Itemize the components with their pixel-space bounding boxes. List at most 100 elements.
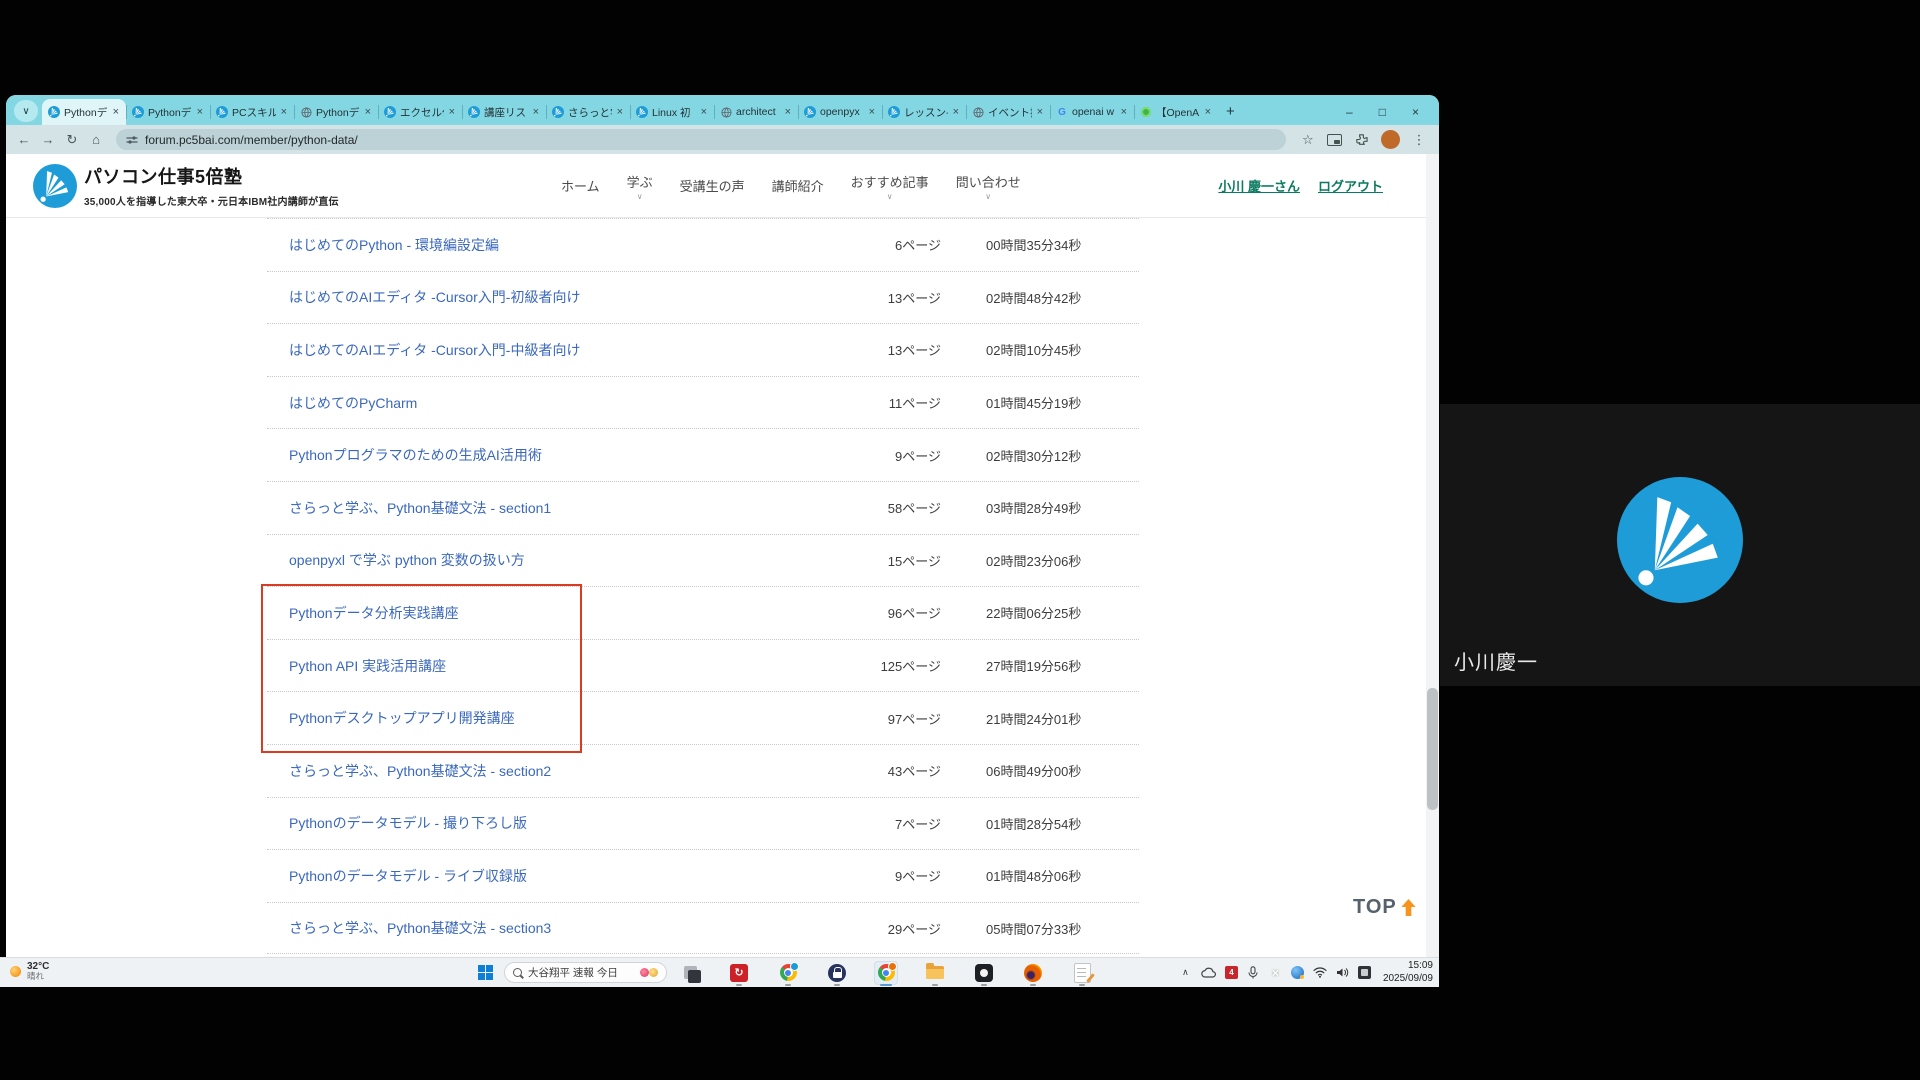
browser-tab[interactable]: Gopenai w× xyxy=(1050,99,1134,125)
course-link[interactable]: はじめてのPyCharm xyxy=(267,393,807,413)
tray-close-x[interactable]: × xyxy=(1269,966,1282,980)
reload-button[interactable]: ↻ xyxy=(62,132,82,148)
browser-tab[interactable]: エクセル仕× xyxy=(378,99,462,125)
browser-tab[interactable]: イベント振× xyxy=(966,99,1050,125)
home-button[interactable]: ⌂ xyxy=(86,132,106,147)
browser-tab[interactable]: 【OpenAI× xyxy=(1134,99,1218,125)
tray-wifi[interactable] xyxy=(1313,967,1327,978)
taskbar-app-red-app[interactable]: ↻ xyxy=(727,961,751,985)
page-scrollbar[interactable] xyxy=(1426,154,1439,957)
member-name-link[interactable]: 小川 慶一さん xyxy=(1218,176,1300,195)
browser-tab[interactable]: Pythonデ× xyxy=(294,99,378,125)
course-link[interactable]: openpyxl で学ぶ python 変数の扱い方 xyxy=(267,550,807,570)
nav-item[interactable]: おすすめ記事∨ xyxy=(851,172,929,200)
taskbar-app-github-dark[interactable] xyxy=(972,961,996,985)
course-row: openpyxl で学ぶ python 変数の扱い方15ページ02時間23分06… xyxy=(267,534,1139,587)
course-row: Pythonのデータモデル - ライブ収録版9ページ01時間48分06秒 xyxy=(267,849,1139,902)
tray-cloud[interactable] xyxy=(1201,967,1216,978)
taskbar-search[interactable]: 大谷翔平 速報 今日 xyxy=(504,962,667,983)
tab-close-icon[interactable]: × xyxy=(112,106,120,118)
search-trend-thumbnails xyxy=(640,968,658,977)
tray-calendar-badge[interactable]: 4 xyxy=(1225,966,1238,979)
browser-tab[interactable]: architect× xyxy=(714,99,798,125)
nav-item[interactable]: 学ぶ∨ xyxy=(627,172,653,200)
browser-tab[interactable]: さらっと学× xyxy=(546,99,630,125)
tab-title: レッスン- xyxy=(904,105,948,120)
browser-tab[interactable]: openpyx× xyxy=(798,99,882,125)
tab-close-icon[interactable]: × xyxy=(532,106,540,118)
taskbar-clock[interactable]: 15:092025/09/09 xyxy=(1383,960,1433,985)
back-button[interactable]: ← xyxy=(14,132,34,147)
nav-item[interactable]: 受講生の声 xyxy=(680,176,745,195)
tab-close-icon[interactable]: × xyxy=(196,106,204,118)
taskbar-app-notepad[interactable] xyxy=(1070,961,1094,985)
tray-chevron-up[interactable]: ∧ xyxy=(1179,967,1192,978)
profile-avatar[interactable] xyxy=(1381,130,1400,149)
course-duration: 01時間28分54秒 xyxy=(941,814,1139,833)
tray-volume[interactable] xyxy=(1336,967,1349,978)
tab-close-icon[interactable]: × xyxy=(616,106,624,118)
browser-tab[interactable]: Linux 初× xyxy=(630,99,714,125)
browser-tab[interactable]: PCスキル× xyxy=(210,99,294,125)
tray-ime[interactable] xyxy=(1358,966,1371,979)
browser-tab[interactable]: レッスン- × xyxy=(882,99,966,125)
extensions-puzzle-icon[interactable] xyxy=(1355,133,1368,146)
tray-blue-sphere[interactable] xyxy=(1291,966,1304,979)
site-logo[interactable] xyxy=(33,164,77,208)
tab-close-icon[interactable]: × xyxy=(364,106,372,118)
course-link[interactable]: さらっと学ぶ、Python基礎文法 - section2 xyxy=(267,761,807,781)
tab-close-icon[interactable]: × xyxy=(1120,106,1128,118)
course-link[interactable]: はじめてのAIエディタ -Cursor入門-中級者向け xyxy=(267,340,807,360)
tab-close-icon[interactable]: × xyxy=(952,106,960,118)
tab-close-icon[interactable]: × xyxy=(868,106,876,118)
tab-close-icon[interactable]: × xyxy=(700,106,708,118)
bookmark-star-icon[interactable]: ☆ xyxy=(1302,132,1314,148)
tab-search-button[interactable]: ∨ xyxy=(14,100,38,122)
browser-tab[interactable]: Pythonデ× xyxy=(126,99,210,125)
tab-close-icon[interactable]: × xyxy=(1204,106,1212,118)
site-favicon xyxy=(552,106,564,118)
new-tab-button[interactable]: + xyxy=(1226,103,1235,120)
browser-tab[interactable]: Pythonデ× xyxy=(42,99,126,125)
taskbar-app-firefox[interactable] xyxy=(1021,961,1045,985)
course-link[interactable]: さらっと学ぶ、Python基礎文法 - section1 xyxy=(267,498,807,518)
tab-close-icon[interactable]: × xyxy=(280,106,288,118)
tab-close-icon[interactable]: × xyxy=(448,106,456,118)
taskbar-app-chrome-cloud[interactable] xyxy=(776,961,800,985)
taskbar-app-explorer[interactable] xyxy=(923,961,947,985)
course-link[interactable]: Pythonのデータモデル - ライブ収録版 xyxy=(267,866,807,886)
media-pip-icon[interactable] xyxy=(1327,134,1342,146)
lock-app-icon xyxy=(828,964,846,982)
maximize-button[interactable]: □ xyxy=(1379,105,1386,119)
course-link[interactable]: はじめてのPython - 環境編設定編 xyxy=(267,235,807,255)
taskbar-app-lock-app[interactable] xyxy=(825,961,849,985)
nav-item[interactable]: 講師紹介 xyxy=(772,176,824,195)
course-link[interactable]: はじめてのAIエディタ -Cursor入門-初級者向け xyxy=(267,287,807,307)
tab-close-icon[interactable]: × xyxy=(784,106,792,118)
tab-close-icon[interactable]: × xyxy=(1036,106,1044,118)
back-to-top-button[interactable]: TOP xyxy=(1353,896,1417,919)
logout-link[interactable]: ログアウト xyxy=(1318,176,1383,195)
browser-tab[interactable]: 講座リス× xyxy=(462,99,546,125)
course-link[interactable]: さらっと学ぶ、Python基礎文法 - section3 xyxy=(267,918,807,938)
course-pages: 29ページ xyxy=(807,919,941,938)
course-duration: 00時間35分34秒 xyxy=(941,235,1139,254)
nav-item[interactable]: 問い合わせ∨ xyxy=(956,172,1021,200)
nav-item[interactable]: ホーム xyxy=(561,176,600,195)
minimize-button[interactable]: – xyxy=(1346,105,1353,119)
taskbar-app-task-view[interactable] xyxy=(678,961,702,985)
microphone-icon xyxy=(1248,966,1258,979)
taskbar-app-chrome-active[interactable] xyxy=(874,961,898,985)
weather-widget[interactable]: 32°C 晴れ xyxy=(10,961,49,981)
address-bar[interactable]: forum.pc5bai.com/member/python-data/ xyxy=(116,129,1286,150)
forward-button[interactable]: → xyxy=(38,132,58,147)
kebab-menu-icon[interactable]: ⋮ xyxy=(1413,132,1426,148)
close-button[interactable]: × xyxy=(1412,105,1419,119)
course-pages: 125ページ xyxy=(807,656,941,675)
scrollbar-thumb[interactable] xyxy=(1427,688,1438,810)
course-link[interactable]: Pythonのデータモデル - 撮り下ろし版 xyxy=(267,813,807,833)
running-indicator xyxy=(880,984,892,986)
tray-microphone[interactable] xyxy=(1247,966,1260,979)
course-link[interactable]: Pythonプログラマのための生成AI活用術 xyxy=(267,445,807,465)
windows-start-button[interactable] xyxy=(478,965,493,980)
